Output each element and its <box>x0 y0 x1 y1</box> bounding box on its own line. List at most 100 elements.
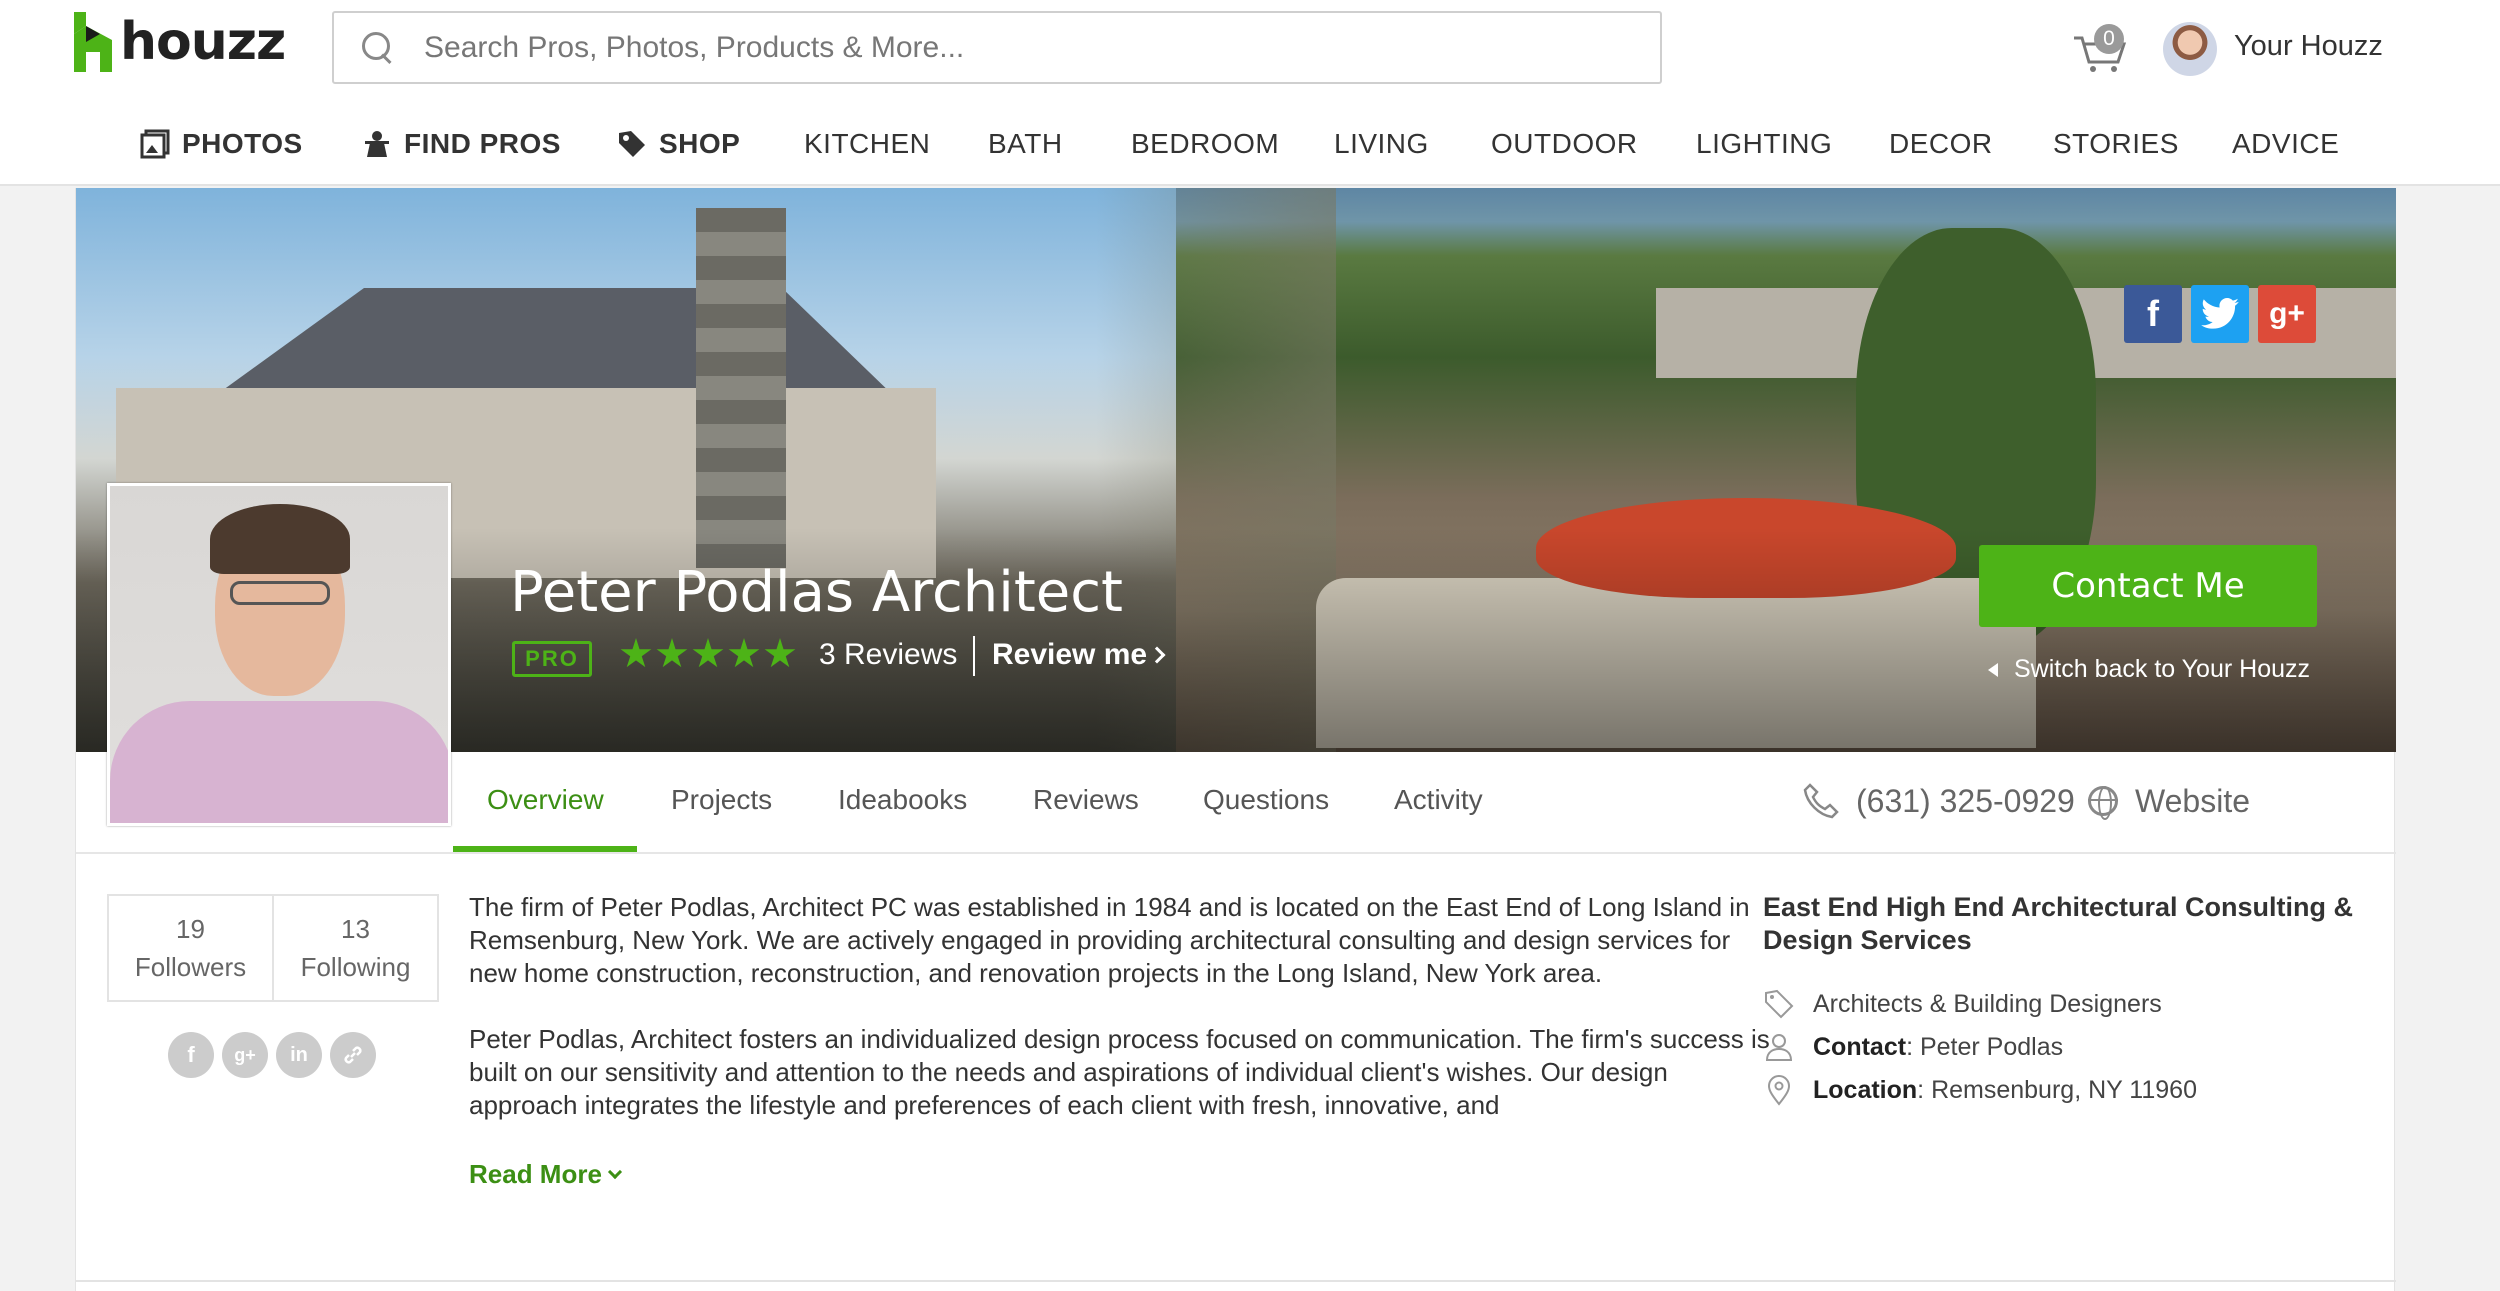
nav-label: KITCHEN <box>804 128 931 159</box>
logo-text: houzz <box>120 12 286 72</box>
globe-icon <box>2088 786 2118 820</box>
divider <box>973 636 975 676</box>
share-icons: f g+ in <box>168 1032 376 1078</box>
chevron-down-icon <box>607 1164 622 1180</box>
about-paragraph: The firm of Peter Podlas, Architect PC w… <box>469 892 1750 988</box>
location-label: Location <box>1813 1075 1918 1104</box>
nav-lighting[interactable]: LIGHTING <box>1696 128 1832 160</box>
caret-left-icon <box>1988 663 1998 677</box>
googleplus-icon: g+ <box>2269 297 2305 330</box>
location-value: : Remsenburg, NY 11960 <box>1917 1075 2197 1104</box>
facebook-icon: f <box>2147 293 2159 334</box>
website-link[interactable]: Website <box>2135 783 2250 820</box>
contact-row: Contact: Peter Podlas <box>1763 1031 2063 1063</box>
read-more-link[interactable]: Read More <box>469 1159 622 1190</box>
tab-ideabooks[interactable]: Ideabooks <box>838 784 967 816</box>
nav-bath[interactable]: BATH <box>988 128 1063 160</box>
following-stat[interactable]: 13 Following <box>272 896 437 1000</box>
phone-number[interactable]: (631) 325-0929 <box>1856 783 2075 820</box>
business-title: East End High End Architectural Consulti… <box>1763 892 2354 955</box>
facebook-share-button[interactable]: f <box>2124 285 2182 343</box>
profile-tabs: Overview Projects Ideabooks Reviews Ques… <box>76 752 2396 854</box>
location-row: Location: Remsenburg, NY 11960 <box>1763 1074 2197 1106</box>
nav-label: DECOR <box>1889 128 1993 159</box>
nav-label: OUTDOOR <box>1491 128 1638 159</box>
about-section: The firm of Peter Podlas, Architect PC w… <box>469 891 1779 1151</box>
contact-me-button[interactable]: Contact Me <box>1979 545 2317 627</box>
nav-label: SHOP <box>659 128 741 159</box>
followers-count: 19 <box>176 914 205 944</box>
contact-value: : Peter Podlas <box>1906 1032 2064 1061</box>
star-icon <box>728 638 760 668</box>
review-me-link[interactable]: Review me <box>992 638 1166 672</box>
star-icon <box>692 638 724 668</box>
top-header: houzz 0 Your Houzz PHOTOS FIND PROS <box>0 0 2500 186</box>
tab-projects[interactable]: Projects <box>671 784 772 816</box>
houzz-logo-icon <box>74 12 112 72</box>
location-pin-icon <box>1763 1074 1795 1106</box>
nav-stories[interactable]: STORIES <box>2053 128 2179 160</box>
rating-stars <box>620 638 796 670</box>
googleplus-share-button[interactable]: g+ <box>2258 285 2316 343</box>
tag-icon <box>617 129 647 159</box>
tab-overview[interactable]: Overview <box>487 784 604 816</box>
profile-card: f g+ Peter Podlas Architect PRO 3 Review… <box>75 188 2396 1291</box>
tag-outline-icon <box>1763 988 1795 1020</box>
active-tab-indicator <box>453 846 637 852</box>
nav-label: LIVING <box>1334 128 1429 159</box>
search-icon <box>362 31 394 64</box>
phone-icon <box>1803 783 1839 819</box>
nav-label: FIND PROS <box>404 128 561 159</box>
nav-photos[interactable]: PHOTOS <box>140 128 303 160</box>
following-label: Following <box>300 952 411 982</box>
main-nav: PHOTOS FIND PROS SHOP KITCHEN BATH BEDRO… <box>0 120 2500 168</box>
star-icon <box>656 638 688 668</box>
switch-back-link[interactable]: Switch back to Your Houzz <box>1988 655 2310 684</box>
photos-icon <box>140 129 170 159</box>
pro-name: Peter Podlas Architect <box>510 560 1123 625</box>
link-share-icon[interactable] <box>330 1032 376 1078</box>
star-icon <box>620 638 652 668</box>
user-avatar[interactable] <box>2163 22 2217 76</box>
nav-bedroom[interactable]: BEDROOM <box>1131 128 1279 160</box>
nav-label: BATH <box>988 128 1063 159</box>
nav-label: LIGHTING <box>1696 128 1833 159</box>
nav-kitchen[interactable]: KITCHEN <box>804 128 930 160</box>
twitter-icon <box>2201 298 2239 329</box>
search-input[interactable] <box>424 30 1624 65</box>
tab-questions[interactable]: Questions <box>1203 784 1329 816</box>
followers-stat[interactable]: 19 Followers <box>109 896 272 1000</box>
linkedin-share-icon[interactable]: in <box>276 1032 322 1078</box>
nav-label: STORIES <box>2053 128 2179 159</box>
googleplus-share-icon[interactable]: g+ <box>222 1032 268 1078</box>
nav-living[interactable]: LIVING <box>1334 128 1429 160</box>
twitter-share-button[interactable] <box>2191 285 2249 343</box>
search-bar[interactable] <box>332 11 1662 84</box>
category-value[interactable]: Architects & Building Designers <box>1813 990 2162 1019</box>
pro-badge: PRO <box>512 641 592 677</box>
houzz-logo[interactable]: houzz <box>74 10 286 74</box>
contact-label: Contact <box>1813 1032 1907 1061</box>
nav-decor[interactable]: DECOR <box>1889 128 1993 160</box>
nav-label: PHOTOS <box>182 128 303 159</box>
nav-shop[interactable]: SHOP <box>617 128 740 160</box>
about-paragraph: Peter Podlas, Architect fosters an indiv… <box>469 1024 1770 1120</box>
nav-label: BEDROOM <box>1131 128 1280 159</box>
find-pros-icon <box>362 129 392 159</box>
person-icon <box>1763 1031 1795 1063</box>
tab-activity[interactable]: Activity <box>1394 784 1483 816</box>
reviews-count-link[interactable]: 3 Reviews <box>819 638 957 672</box>
facebook-share-icon[interactable]: f <box>168 1032 214 1078</box>
cart-button[interactable]: 0 <box>2072 22 2128 74</box>
nav-find-pros[interactable]: FIND PROS <box>362 128 561 160</box>
your-houzz-link[interactable]: Your Houzz <box>2234 30 2383 63</box>
followers-label: Followers <box>134 952 247 982</box>
following-count: 13 <box>341 914 370 944</box>
chevron-right-icon <box>1148 646 1166 664</box>
nav-outdoor[interactable]: OUTDOOR <box>1491 128 1638 160</box>
cart-count-badge: 0 <box>2094 24 2124 54</box>
nav-advice[interactable]: ADVICE <box>2232 128 2339 160</box>
follow-stats: 19 Followers 13 Following <box>107 894 439 1002</box>
nav-label: ADVICE <box>2232 128 2340 159</box>
tab-reviews[interactable]: Reviews <box>1033 784 1139 816</box>
